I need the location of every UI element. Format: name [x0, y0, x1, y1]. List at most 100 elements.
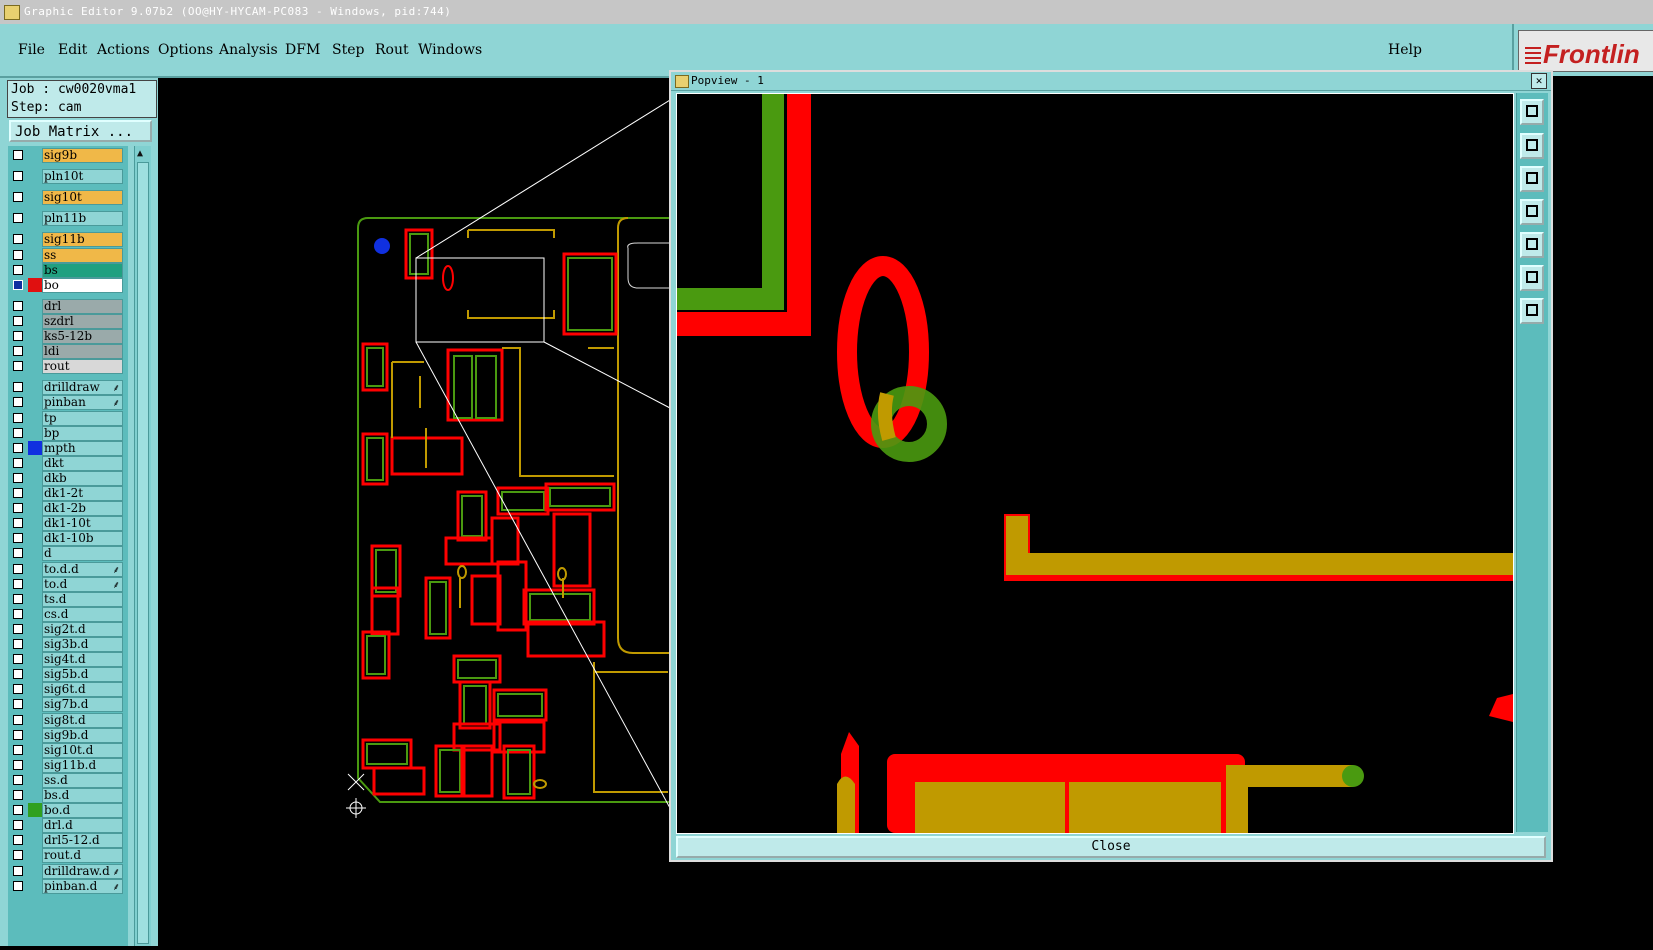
layer-row-sig7b-d[interactable]: sig7b.d — [8, 697, 128, 713]
layer-row-sig5b-d[interactable]: sig5b.d — [8, 667, 128, 683]
layer-checkbox[interactable] — [13, 503, 23, 514]
layer-checkbox[interactable] — [13, 457, 23, 468]
layer-checkbox[interactable] — [13, 300, 23, 311]
layer-checkbox[interactable] — [13, 774, 23, 785]
layer-checkbox[interactable] — [13, 880, 23, 891]
layer-name[interactable]: bs.d — [42, 788, 123, 803]
layer-name[interactable]: sig9b — [42, 148, 123, 163]
layer-checkbox[interactable] — [13, 234, 23, 245]
layer-name[interactable]: sig2t.d — [42, 621, 123, 637]
layer-checkbox[interactable] — [13, 412, 23, 423]
layer-name[interactable]: dk1-2t — [42, 486, 123, 501]
pan-up-button[interactable] — [1520, 133, 1544, 159]
menu-dfm[interactable]: DFM — [285, 42, 320, 58]
layer-row-pinban-d[interactable]: pinban.d ⸙ — [8, 878, 128, 894]
layer-checkbox[interactable] — [13, 593, 23, 604]
layer-checkbox[interactable] — [13, 865, 23, 876]
layer-checkbox[interactable] — [13, 548, 23, 559]
layer-row-dk1-2t[interactable]: dk1-2t — [8, 486, 128, 501]
layer-name[interactable]: d — [42, 546, 123, 562]
layer-checkbox[interactable] — [13, 699, 23, 710]
layer-row-rout[interactable]: rout — [8, 359, 128, 375]
layer-row-bo[interactable]: bo — [8, 277, 128, 293]
layer-checkbox[interactable] — [13, 472, 23, 483]
layer-checkbox[interactable] — [13, 213, 23, 224]
layer-name[interactable]: to.d — [42, 576, 123, 592]
layer-row-cs-d[interactable]: cs.d — [8, 606, 128, 622]
layer-row-bs-d[interactable]: bs.d — [8, 788, 128, 803]
layer-name[interactable]: rout — [42, 359, 123, 375]
popview-canvas[interactable] — [676, 93, 1514, 834]
layer-checkbox[interactable] — [13, 684, 23, 695]
layer-checkbox[interactable] — [13, 361, 23, 372]
layer-checkbox[interactable] — [13, 488, 23, 498]
layer-checkbox[interactable] — [13, 533, 23, 544]
layer-row-sig6t-d[interactable]: sig6t.d — [8, 682, 128, 698]
layer-row-drl[interactable]: drl — [8, 298, 128, 314]
graphics-canvas[interactable] — [158, 78, 671, 946]
layer-checkbox[interactable] — [13, 346, 23, 357]
layer-checkbox[interactable] — [13, 623, 23, 634]
layer-checkbox[interactable] — [13, 442, 23, 453]
layer-name[interactable]: drl5-12.d — [42, 833, 123, 849]
layer-checkbox[interactable] — [13, 279, 23, 290]
menu-rout[interactable]: Rout — [375, 42, 409, 58]
layer-row-to-d-d[interactable]: to.d.d ⸙ — [8, 561, 128, 577]
layer-row-sig2t-d[interactable]: sig2t.d — [8, 621, 128, 637]
layer-row-sig3b-d[interactable]: sig3b.d — [8, 637, 128, 652]
layer-checkbox[interactable] — [13, 382, 23, 393]
layer-name[interactable]: sig10t — [42, 190, 123, 206]
layer-name[interactable]: tp — [42, 410, 123, 426]
layer-name[interactable]: to.d.d — [42, 561, 123, 577]
menu-file[interactable]: File — [18, 42, 45, 58]
layer-name[interactable]: pinban.d — [42, 878, 123, 894]
layer-row-dk1-10b[interactable]: dk1-10b — [8, 531, 128, 547]
layer-name[interactable]: sig4t.d — [42, 652, 123, 668]
layer-name[interactable]: drilldraw — [42, 380, 123, 396]
layer-name[interactable]: sig5b.d — [42, 667, 123, 683]
layer-row-drl5-12-d[interactable]: drl5-12.d — [8, 833, 128, 849]
layer-name[interactable]: dkb — [42, 470, 123, 486]
layer-checkbox[interactable] — [13, 427, 23, 438]
layer-checkbox[interactable] — [13, 171, 23, 182]
layer-name[interactable]: cs.d — [42, 606, 123, 622]
layer-checkbox[interactable] — [13, 578, 23, 589]
layer-row-dkt[interactable]: dkt — [8, 455, 128, 471]
layer-checkbox[interactable] — [13, 714, 23, 725]
menu-actions[interactable]: Actions — [97, 42, 150, 58]
layer-checkbox[interactable] — [13, 150, 23, 160]
layer-name[interactable]: bo — [42, 277, 123, 293]
pan-down-button[interactable] — [1520, 166, 1544, 192]
menu-analysis[interactable]: Analysis — [219, 42, 278, 58]
layer-name[interactable]: szdrl — [42, 313, 123, 329]
layer-name[interactable]: ks5-12b — [42, 329, 123, 344]
layer-name[interactable]: ss — [42, 247, 123, 263]
layer-row-sig8t-d[interactable]: sig8t.d — [8, 712, 128, 728]
layer-name[interactable]: ss.d — [42, 772, 123, 788]
layer-row-ts-d[interactable]: ts.d — [8, 591, 128, 607]
layer-checkbox[interactable] — [13, 563, 23, 574]
layer-name[interactable]: sig11b.d — [42, 757, 123, 773]
layer-row-ss-d[interactable]: ss.d — [8, 772, 128, 788]
popview-close-button[interactable]: Close — [676, 836, 1546, 858]
layer-row-sig10t[interactable]: sig10t — [8, 190, 128, 206]
scroll-up-icon[interactable]: ▲ — [137, 148, 143, 159]
layer-name[interactable]: sig7b.d — [42, 697, 123, 713]
layer-name[interactable]: pln10t — [42, 169, 123, 185]
menu-windows[interactable]: Windows — [418, 42, 482, 58]
layer-name[interactable]: bs — [42, 262, 123, 278]
layer-row-rout-d[interactable]: rout.d — [8, 848, 128, 864]
layer-row-dk1-2b[interactable]: dk1-2b — [8, 501, 128, 517]
layer-name[interactable]: sig6t.d — [42, 682, 123, 698]
layer-checkbox[interactable] — [13, 315, 23, 326]
menu-edit[interactable]: Edit — [58, 42, 87, 58]
layer-row-bs[interactable]: bs — [8, 262, 128, 278]
layer-row-pln10t[interactable]: pln10t — [8, 169, 128, 185]
layer-row-mpth[interactable]: mpth — [8, 440, 128, 456]
layer-name[interactable]: dkt — [42, 455, 123, 471]
layer-checkbox[interactable] — [13, 729, 23, 740]
layer-checkbox[interactable] — [13, 518, 23, 529]
layer-row-dkb[interactable]: dkb — [8, 470, 128, 486]
layer-name[interactable]: sig9b.d — [42, 727, 123, 743]
scroll-thumb[interactable] — [137, 162, 149, 944]
